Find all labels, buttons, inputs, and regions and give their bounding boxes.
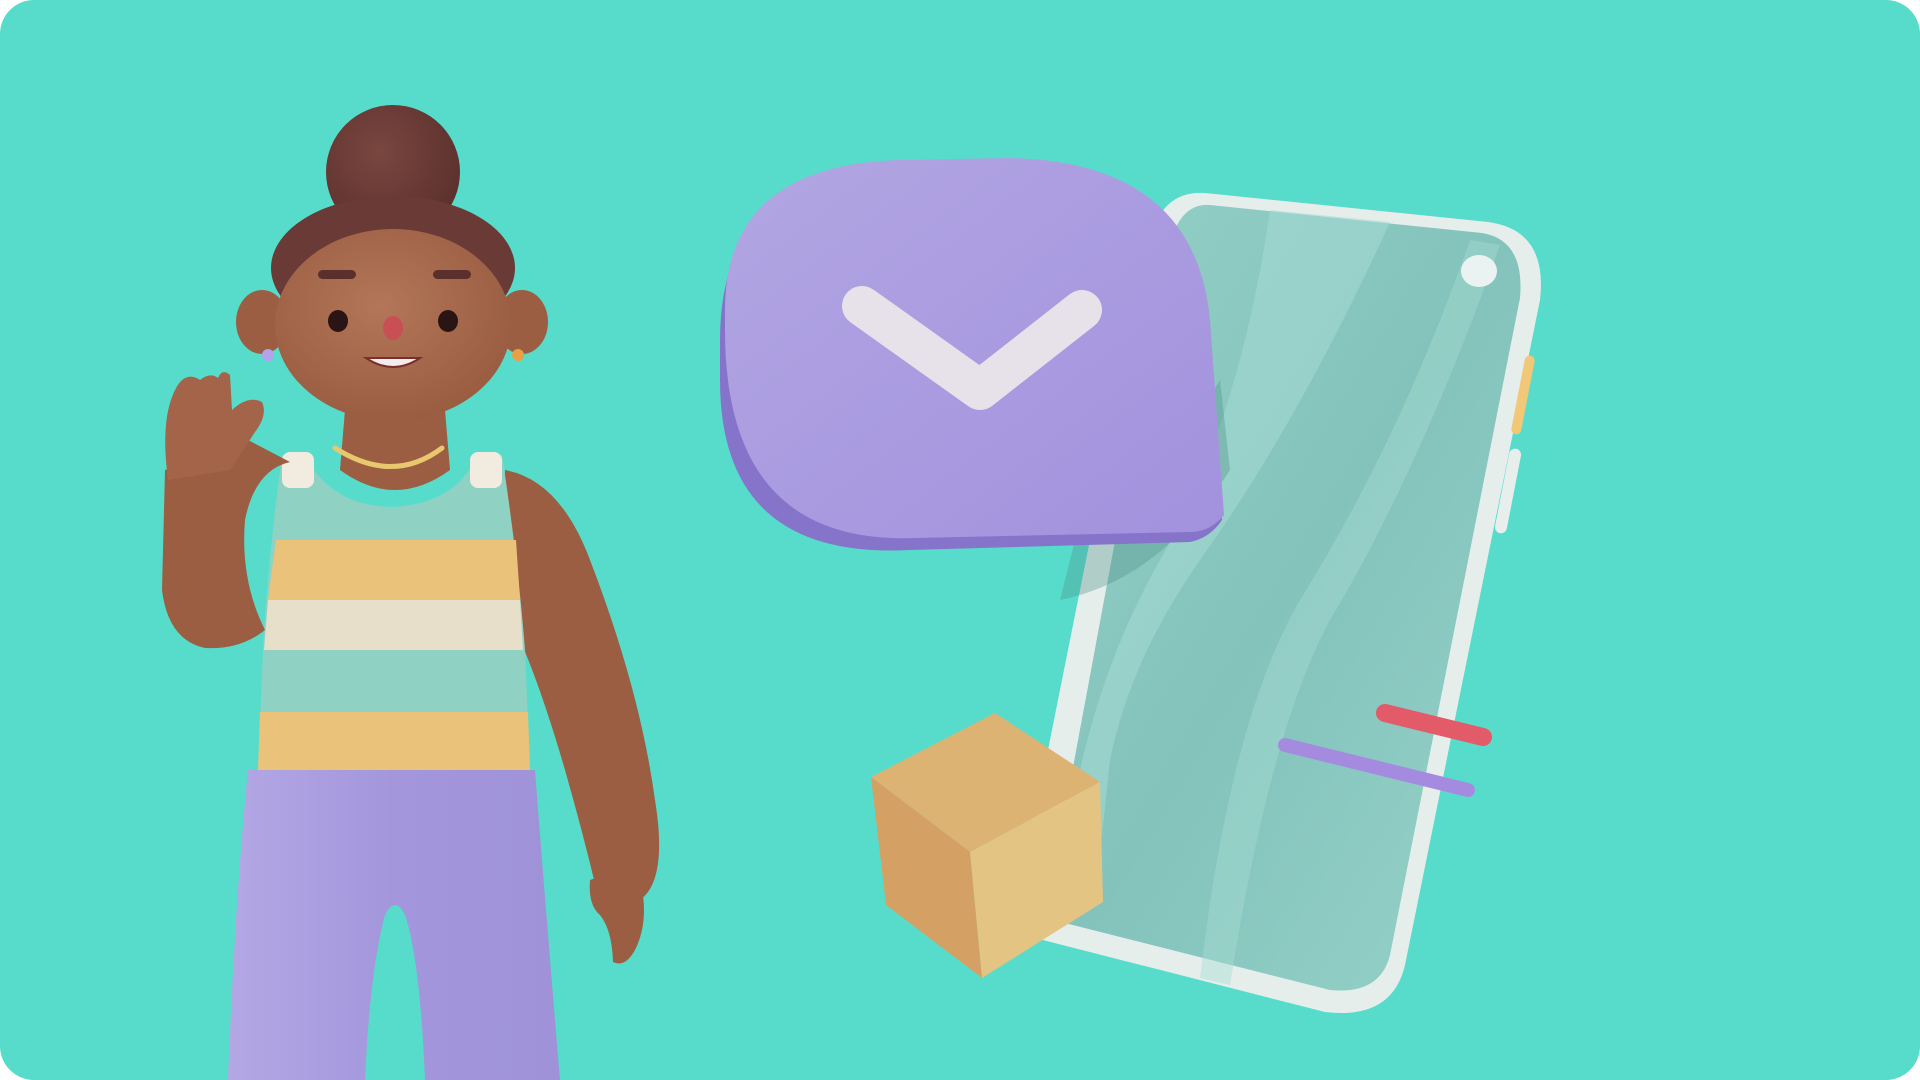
eyebrow-right xyxy=(433,270,471,279)
earring-left xyxy=(262,349,274,361)
camera-icon xyxy=(1461,255,1497,287)
eye-right xyxy=(438,310,458,332)
scene-svg xyxy=(0,0,1920,1080)
bubble-face xyxy=(725,158,1224,539)
shirt-strap-left xyxy=(282,452,314,488)
person-neck xyxy=(340,410,450,490)
shirt-stripe-yellow xyxy=(258,712,530,770)
shirt-strap-right xyxy=(470,452,502,488)
illustration-card xyxy=(0,0,1920,1080)
eyebrow-left xyxy=(318,270,356,279)
speech-bubble xyxy=(720,158,1224,551)
nose xyxy=(383,316,403,340)
earring-right xyxy=(512,349,524,361)
shirt-stripe-cream xyxy=(264,600,523,650)
shirt-stripe-yellow xyxy=(268,540,520,600)
eye-left xyxy=(328,310,348,332)
